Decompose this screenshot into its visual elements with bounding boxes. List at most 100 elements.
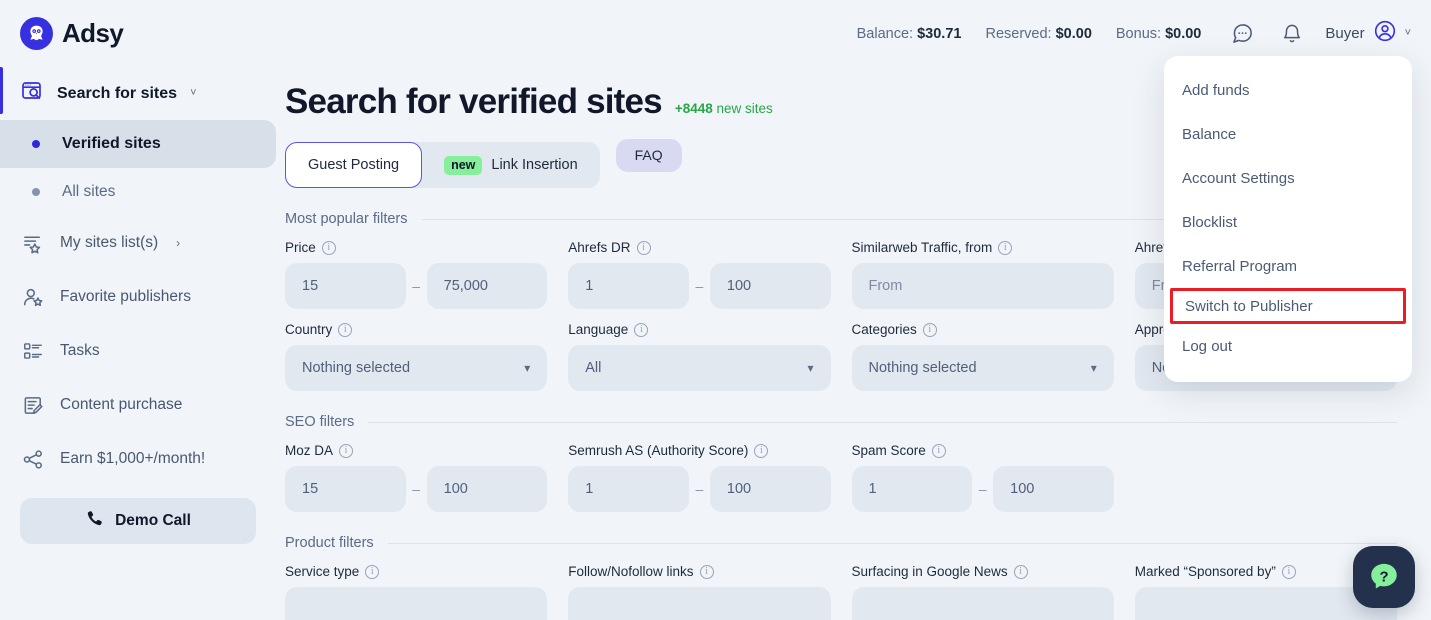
follow-nofollow-select[interactable] — [568, 587, 831, 620]
site-search-icon — [20, 79, 44, 108]
filter-label: Spam Score — [851, 443, 926, 458]
filter-label-row: Language i — [568, 322, 830, 337]
list-star-icon — [20, 230, 46, 256]
share-network-icon — [20, 446, 46, 472]
brand-name: Adsy — [62, 18, 124, 48]
filter-label: Semrush AS (Authority Score) — [568, 443, 749, 458]
info-icon[interactable]: i — [1013, 564, 1028, 579]
menu-item-label: Referral Program — [1182, 257, 1298, 275]
filter-price: Price i – — [285, 240, 548, 309]
menu-item-blocklist[interactable]: Blocklist — [1164, 200, 1412, 244]
filter-label: Service type — [285, 564, 360, 579]
reserved-label: Reserved: — [985, 25, 1052, 42]
price-to-input[interactable] — [426, 263, 548, 309]
user-role-label: Buyer — [1325, 25, 1365, 42]
tab-link-insertion[interactable]: new Link Insertion — [422, 142, 600, 188]
info-icon[interactable]: i — [339, 443, 354, 458]
range-separator: – — [412, 481, 421, 497]
service-type-select[interactable] — [285, 587, 548, 620]
range-separator: – — [978, 481, 987, 497]
sidebar-item-tasks[interactable]: Tasks — [0, 324, 276, 378]
info-icon[interactable]: i — [998, 240, 1013, 255]
moz-da-from-input[interactable] — [285, 466, 406, 512]
tab-group: Guest Posting new Link Insertion — [285, 142, 600, 188]
menu-item-balance[interactable]: Balance — [1164, 112, 1412, 156]
bullet-icon — [32, 188, 40, 196]
sidebar-item-my-sites-lists[interactable]: My sites list(s) › — [0, 216, 276, 270]
divider — [387, 542, 1397, 544]
sidebar-section-search-for-sites[interactable]: Search for sites ˅ — [0, 67, 276, 120]
chat-bubble-dots-icon[interactable] — [1225, 17, 1259, 51]
help-chat-icon[interactable]: ? — [1353, 546, 1415, 608]
balance-value: $30.71 — [917, 25, 962, 42]
menu-item-add-funds[interactable]: Add funds — [1164, 68, 1412, 112]
app-root: Adsy Balance: $30.71 Reserved: $0.00 Bon… — [0, 0, 1431, 620]
filter-label-row: Surfacing in Google News i — [852, 564, 1114, 579]
menu-item-account-settings[interactable]: Account Settings — [1164, 156, 1412, 200]
info-icon[interactable]: i — [754, 443, 769, 458]
info-icon[interactable]: i — [922, 322, 937, 337]
info-icon[interactable]: i — [338, 322, 353, 337]
filter-semrush-as: Semrush AS (Authority Score) i – — [568, 443, 831, 512]
categories-select[interactable]: Nothing selected ▾ — [851, 345, 1114, 391]
tab-guest-posting[interactable]: Guest Posting — [285, 142, 423, 188]
country-select[interactable]: Nothing selected ▾ — [285, 345, 548, 391]
spam-score-to-input[interactable] — [993, 466, 1114, 512]
filter-google-news: Surfacing in Google News i — [851, 564, 1114, 620]
sidebar-item-earn-per-month[interactable]: Earn $1,000+/month! — [0, 432, 276, 486]
price-from-input[interactable] — [285, 263, 406, 309]
sidebar-item-content-purchase[interactable]: Content purchase — [0, 378, 276, 432]
info-icon[interactable]: i — [634, 322, 649, 337]
info-icon[interactable]: i — [1281, 564, 1296, 579]
spam-score-from-input[interactable] — [851, 466, 973, 512]
similarweb-traffic-from-input[interactable] — [851, 263, 1114, 309]
sidebar-item-all-sites[interactable]: All sites — [0, 168, 276, 216]
tab-label: Link Insertion — [491, 157, 578, 173]
menu-item-referral-program[interactable]: Referral Program — [1164, 244, 1412, 288]
reserved-value: $0.00 — [1055, 25, 1092, 42]
filter-label: Similarweb Traffic, from — [851, 240, 993, 255]
notification-bell-icon[interactable] — [1275, 17, 1309, 51]
sidebar-item-verified-sites[interactable]: Verified sites — [0, 120, 276, 168]
info-icon[interactable]: i — [365, 564, 380, 579]
sidebar-item-label: Verified sites — [62, 135, 161, 152]
filter-label-row: Price i — [285, 240, 547, 255]
ahrefs-dr-to-input[interactable] — [709, 263, 831, 309]
filter-similarweb-traffic: Similarweb Traffic, from i — [851, 240, 1114, 309]
semrush-as-to-input[interactable] — [709, 466, 831, 512]
info-icon[interactable]: i — [321, 240, 336, 255]
menu-item-label: Account Settings — [1182, 169, 1295, 187]
semrush-as-from-input[interactable] — [568, 466, 689, 512]
filter-row: Service type i Follow/Nofollow links i S… — [285, 564, 1397, 620]
sidebar-item-label: Tasks — [60, 342, 100, 359]
info-icon[interactable]: i — [636, 240, 651, 255]
menu-item-label: Blocklist — [1182, 213, 1238, 231]
menu-item-log-out[interactable]: Log out — [1164, 324, 1412, 368]
ahrefs-dr-from-input[interactable] — [568, 263, 689, 309]
filter-service-type: Service type i — [285, 564, 548, 620]
filter-categories: Categories i Nothing selected ▾ — [851, 322, 1114, 391]
filter-label: Price — [285, 240, 316, 255]
info-icon[interactable]: i — [931, 443, 946, 458]
google-news-select[interactable] — [851, 587, 1114, 620]
moz-da-to-input[interactable] — [426, 466, 548, 512]
tab-label: Guest Posting — [308, 157, 400, 173]
bullet-icon — [32, 140, 40, 148]
tab-faq[interactable]: FAQ — [615, 138, 682, 172]
balance-label: Balance: — [856, 25, 914, 42]
sidebar-item-favorite-publishers[interactable]: Favorite publishers — [0, 270, 276, 324]
menu-item-switch-to-publisher[interactable]: Switch to Publisher — [1170, 288, 1406, 324]
filter-label-row: Spam Score i — [852, 443, 1114, 458]
demo-call-button[interactable]: Demo Call — [20, 498, 256, 544]
info-icon[interactable]: i — [699, 564, 714, 579]
sidebar: Search for sites ˅ Verified sites All si… — [0, 67, 276, 620]
filter-country: Country i Nothing selected ▾ — [285, 322, 548, 391]
range-separator: – — [695, 481, 704, 497]
brand-logo[interactable]: Adsy — [20, 17, 276, 50]
filter-language: Language i All ▾ — [568, 322, 831, 391]
user-avatar-icon — [1373, 19, 1397, 48]
user-menu-trigger[interactable]: Buyer ˅ — [1325, 19, 1411, 48]
language-select[interactable]: All ▾ — [568, 345, 831, 391]
filter-label: Country — [285, 322, 333, 337]
filter-spacer — [1135, 443, 1397, 512]
